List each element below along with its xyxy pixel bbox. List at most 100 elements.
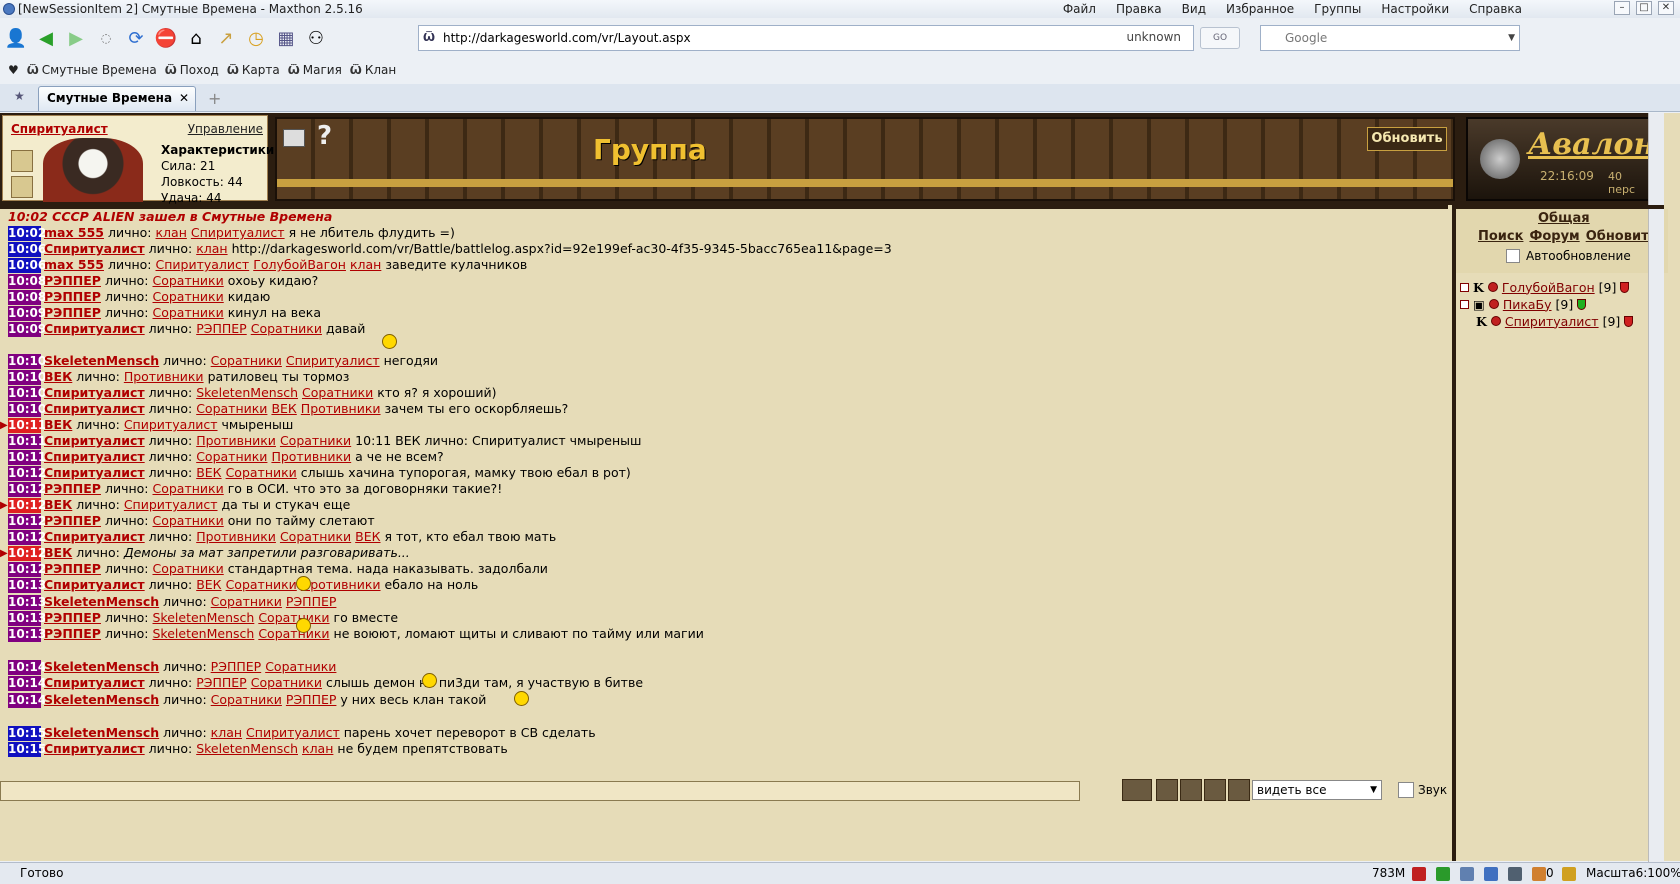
menu-help[interactable]: Справка xyxy=(1459,0,1532,18)
chat-recipient[interactable]: Противники xyxy=(196,529,276,545)
menu-groups[interactable]: Группы xyxy=(1304,0,1371,18)
chat-recipient[interactable]: Спиритуалист xyxy=(124,497,218,513)
stop-icon[interactable]: ⛔ xyxy=(152,24,180,52)
send-icon[interactable] xyxy=(1122,779,1152,801)
chat-recipient[interactable]: клан xyxy=(211,725,242,741)
favorites-heart-icon[interactable]: ♥ xyxy=(8,63,19,77)
fav-link-3[interactable]: Ѿ Карта xyxy=(227,63,280,77)
chat-sender[interactable]: Спиритуалист xyxy=(44,449,145,465)
chat-sender[interactable]: РЭППЕР xyxy=(44,289,101,305)
chat-recipient[interactable]: Спиритуалист xyxy=(191,225,285,241)
chat-sender[interactable]: РЭППЕР xyxy=(44,610,101,626)
chat-recipient[interactable]: Спиритуалист xyxy=(286,353,380,369)
menu-file[interactable]: Файл xyxy=(1053,0,1106,18)
user-icon[interactable]: 👤 xyxy=(2,24,30,52)
chat-sender[interactable]: Спиритуалист xyxy=(44,529,145,545)
member-name[interactable]: ПикаБу xyxy=(1503,297,1552,312)
chat-recipient[interactable]: Противники xyxy=(271,449,351,465)
chat-recipient[interactable]: Противники xyxy=(124,369,204,385)
auto-refresh-checkbox[interactable] xyxy=(1506,249,1520,263)
forward-icon[interactable]: ▶ xyxy=(62,24,90,52)
refresh-button[interactable]: Обновить xyxy=(1367,127,1447,151)
menu-view[interactable]: Вид xyxy=(1172,0,1216,18)
fav-link-2[interactable]: Ѿ Поход xyxy=(165,63,219,77)
emblem-icon[interactable] xyxy=(11,150,33,172)
download-icon[interactable] xyxy=(1436,867,1450,881)
open-icon[interactable]: ↗ xyxy=(212,24,240,52)
smiley-icon[interactable] xyxy=(1156,779,1178,801)
chat-recipient[interactable]: Соратники xyxy=(153,481,224,497)
chat-recipient[interactable]: Соратники xyxy=(280,433,351,449)
chat-sender[interactable]: Спиритуалист xyxy=(44,385,145,401)
header-scrollbar[interactable] xyxy=(1648,113,1664,205)
chat-recipient[interactable]: ВЕК xyxy=(271,401,296,417)
people-icon[interactable]: ⚇ xyxy=(302,24,330,52)
chat-recipient[interactable]: клан xyxy=(350,257,381,273)
zoom-level[interactable]: Масшта6:100% xyxy=(1586,863,1680,883)
history-dropdown-icon[interactable]: ◌ xyxy=(92,24,120,52)
chat-recipient[interactable]: Соратники xyxy=(280,529,351,545)
chat-recipient[interactable]: клан xyxy=(156,225,187,241)
chat-sender[interactable]: РЭППЕР xyxy=(44,513,101,529)
zoom-icon[interactable] xyxy=(1562,867,1576,881)
menu-favorites[interactable]: Избранное xyxy=(1216,0,1304,18)
chat-sender[interactable]: Спиритуалист xyxy=(44,321,145,337)
sound-toggle[interactable]: Звук xyxy=(1398,782,1447,798)
rus-icon[interactable] xyxy=(1180,779,1202,801)
tab-close-icon[interactable]: ✕ xyxy=(179,87,189,110)
back-icon[interactable]: ◀ xyxy=(32,24,60,52)
go-button[interactable]: GO xyxy=(1200,27,1240,49)
chat-sender[interactable]: РЭППЕР xyxy=(44,305,101,321)
chat-recipient[interactable]: Противники xyxy=(196,433,276,449)
potion-icon[interactable] xyxy=(11,176,33,198)
chat-recipient[interactable]: Соратники xyxy=(258,626,329,642)
chat-sender[interactable]: Спиритуалист xyxy=(44,577,145,593)
chat-recipient[interactable]: Соратники xyxy=(211,353,282,369)
network-icon[interactable] xyxy=(1460,867,1474,881)
filter-select[interactable]: видеть все ▼ xyxy=(1252,780,1382,800)
popup-icon[interactable] xyxy=(1532,867,1546,881)
fav-link-5[interactable]: Ѿ Клан xyxy=(350,63,396,77)
checkbox-icon[interactable] xyxy=(1460,299,1469,309)
chat-recipient[interactable]: Соратники xyxy=(211,692,282,708)
chat-sender[interactable]: SkeletenMensch xyxy=(44,353,159,369)
chat-recipient[interactable]: Соратники xyxy=(251,675,322,691)
refresh-link[interactable]: Обновить xyxy=(1586,229,1657,244)
mail-icon[interactable] xyxy=(283,129,305,147)
chat-sender[interactable]: Спиритуалист xyxy=(44,465,145,481)
trash-icon[interactable] xyxy=(1228,779,1250,801)
chat-recipient[interactable]: Соратники xyxy=(153,305,224,321)
chat-recipient[interactable]: Соратники xyxy=(211,594,282,610)
chat-recipient[interactable]: SkeletenMensch xyxy=(196,385,298,401)
chat-recipient[interactable]: SkeletenMensch xyxy=(153,610,255,626)
star-icon[interactable]: ★ xyxy=(14,89,25,103)
member-name[interactable]: ГолубойВагон xyxy=(1502,280,1595,295)
chat-recipient[interactable]: Соратники xyxy=(153,289,224,305)
chat-recipient[interactable]: ВЕК xyxy=(196,465,221,481)
chat-recipient[interactable]: Соратники xyxy=(251,321,322,337)
address-bar[interactable]: Ѿ http://darkagesworld.com/vr/Layout.asp… xyxy=(418,25,1194,51)
chat-recipient[interactable]: ВЕК xyxy=(355,529,380,545)
edit-icon[interactable] xyxy=(1508,867,1522,881)
chat-recipient[interactable]: Противники xyxy=(301,577,381,593)
chat-sender[interactable]: РЭППЕР xyxy=(44,481,101,497)
chat-sender[interactable]: РЭППЕР xyxy=(44,626,101,642)
search-link[interactable]: Поиск xyxy=(1478,229,1523,244)
chat-sender[interactable]: РЭППЕР xyxy=(44,273,101,289)
checkbox-icon[interactable] xyxy=(1460,282,1469,292)
chat-sender[interactable]: max 555 xyxy=(44,225,104,241)
chat-sender[interactable]: SkeletenMensch xyxy=(44,725,159,741)
chat-sender[interactable]: SkeletenMensch xyxy=(44,594,159,610)
auto-refresh[interactable]: Автообновление xyxy=(1506,249,1631,263)
chat-recipient[interactable]: Соратники xyxy=(265,659,336,675)
minimize-icon[interactable]: – xyxy=(1614,1,1630,15)
chat-sender[interactable]: ВЕК xyxy=(44,417,72,433)
home-icon[interactable]: ⌂ xyxy=(182,24,210,52)
shield-icon[interactable] xyxy=(1412,867,1426,881)
chat-recipient[interactable]: Соратники xyxy=(196,449,267,465)
chat-sender[interactable]: ВЕК xyxy=(44,497,72,513)
chat-recipient[interactable]: Соратники xyxy=(258,610,329,626)
sidebar-scrollbar[interactable] xyxy=(1648,209,1664,865)
chevron-down-icon[interactable]: ▼ xyxy=(1508,26,1515,50)
chat-sender[interactable]: Спиритуалист xyxy=(44,675,145,691)
